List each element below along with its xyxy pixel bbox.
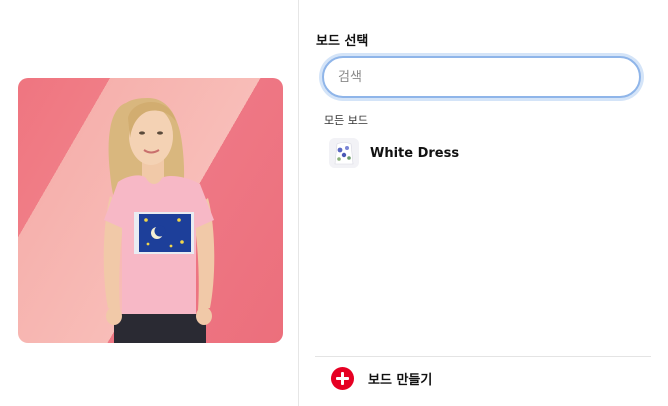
board-selector-pane: 보드 선택 모든 보드 White Dress 보드 bbox=[299, 0, 668, 406]
footer-divider bbox=[315, 356, 651, 357]
pin-preview-pane bbox=[0, 0, 298, 406]
create-board-label: 보드 만들기 bbox=[368, 372, 433, 388]
save-to-board-dialog: 보드 선택 모든 보드 White Dress 보드 bbox=[0, 0, 668, 406]
search-box[interactable] bbox=[322, 56, 641, 98]
board-name: White Dress bbox=[370, 145, 460, 161]
pin-illustration bbox=[103, 98, 215, 343]
search-input[interactable] bbox=[338, 66, 618, 88]
board-list-item[interactable]: White Dress bbox=[321, 134, 651, 172]
section-label-all-boards: 모든 보드 bbox=[324, 114, 368, 127]
create-board-button[interactable]: 보드 만들기 bbox=[331, 365, 531, 391]
panel-title: 보드 선택 bbox=[316, 34, 369, 49]
board-thumbnail bbox=[329, 138, 359, 168]
pin-image bbox=[18, 78, 283, 343]
plus-circle-icon bbox=[331, 366, 354, 390]
board-thumbnail-image bbox=[329, 138, 359, 168]
